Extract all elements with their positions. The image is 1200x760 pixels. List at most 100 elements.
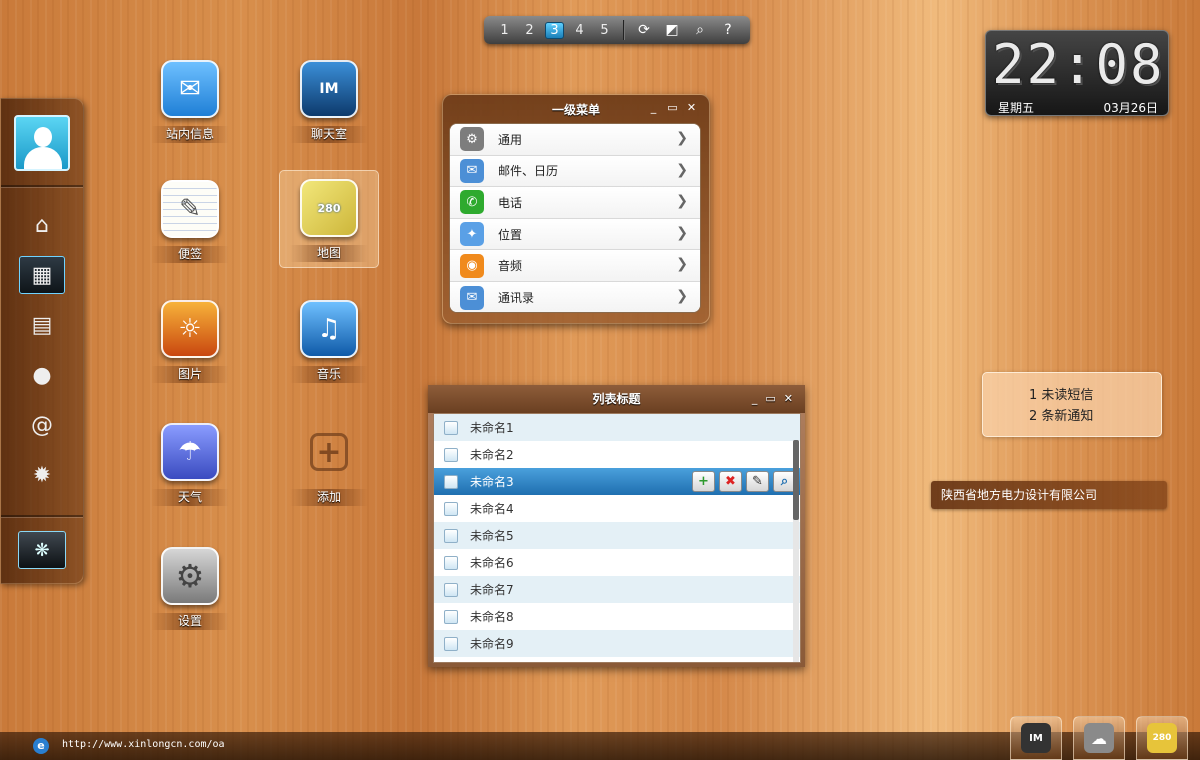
restore-icon[interactable]: ▭ (667, 101, 678, 114)
list-item[interactable]: 未命名4 (434, 495, 800, 522)
map-icon: 280 (300, 179, 358, 237)
menu-item-location[interactable]: ✦ 位置 ❯ (450, 218, 700, 251)
menu-item-phone[interactable]: ✆ 电话 ❯ (450, 187, 700, 219)
list-item[interactable]: 未命名1 (434, 414, 800, 441)
app-label: 添加 (290, 489, 368, 506)
app-music[interactable]: ♫ 音乐 (279, 300, 379, 398)
app-settings[interactable]: ⚙ 设置 (140, 547, 240, 645)
user-avatar[interactable] (14, 115, 70, 171)
map-tray-icon: 280 (1147, 723, 1177, 753)
im-tray-icon: IM (1021, 723, 1051, 753)
chevron-right-icon: ❯ (676, 224, 688, 241)
minimize-icon[interactable]: _ (752, 385, 758, 413)
menu-item-label: 位置 (498, 227, 523, 242)
menu-item-label: 音频 (498, 259, 523, 274)
dock-divider (1, 515, 83, 517)
list-item[interactable]: 未命名2 (434, 441, 800, 468)
avatar-body (24, 147, 62, 169)
page-1-button[interactable]: 1 (492, 19, 517, 41)
search-icon[interactable]: ⌕ (686, 19, 714, 41)
edit-icon[interactable]: ✎ (746, 471, 769, 492)
row-checkbox[interactable] (444, 501, 458, 516)
settings-icon: ⚙ (161, 547, 219, 605)
page-4-button[interactable]: 4 (567, 19, 592, 41)
menu-item-contacts[interactable]: ✉ 通讯录 ❯ (450, 281, 700, 312)
app-weather[interactable]: ☂ 天气 (140, 423, 240, 521)
menu-item-label: 通讯录 (498, 291, 535, 306)
apps-grid-icon[interactable]: ▦ (19, 256, 65, 294)
clock-time: 22:08 (992, 33, 1165, 96)
row-label: 未命名9 (470, 637, 514, 651)
app-label: 音乐 (290, 366, 368, 383)
app-photos[interactable]: ☼ 图片 (140, 300, 240, 398)
im-icon: IM (300, 60, 358, 118)
app-add[interactable]: + 添加 (279, 423, 379, 521)
row-label: 未命名8 (470, 610, 514, 624)
chevron-right-icon: ❯ (676, 287, 688, 304)
list-item-selected[interactable]: 未命名3 + ✖ ✎ ⌕ (434, 468, 800, 495)
close-icon[interactable]: ✕ (784, 385, 793, 413)
row-checkbox[interactable] (444, 582, 458, 597)
tray-item-weather[interactable]: ☁ (1073, 716, 1125, 760)
photo-icon: ☼ (161, 300, 219, 358)
refresh-icon[interactable]: ⟳ (630, 19, 658, 41)
list-item[interactable]: 未命名8 (434, 603, 800, 630)
row-label: 未命名3 (470, 475, 514, 489)
gear-icon[interactable]: ✹ (21, 457, 63, 493)
row-checkbox[interactable] (444, 636, 458, 651)
company-logo-icon[interactable]: ❋ (18, 531, 66, 569)
app-messages[interactable]: ✉ 站内信息 (140, 60, 240, 158)
tray-item-im[interactable]: IM (1010, 716, 1062, 760)
app-label: 图片 (151, 366, 229, 383)
row-checkbox[interactable] (444, 474, 458, 489)
row-checkbox[interactable] (444, 609, 458, 624)
phone-icon: ✆ (460, 190, 484, 215)
close-icon[interactable]: ✕ (686, 101, 697, 114)
page-2-button[interactable]: 2 (517, 19, 542, 41)
page-3-button[interactable]: 3 (542, 19, 567, 41)
app-label: 设置 (151, 613, 229, 630)
row-checkbox[interactable] (444, 528, 458, 543)
app-notes[interactable]: ✎ 便签 (140, 180, 240, 278)
help-icon[interactable]: ? (714, 19, 742, 41)
home-icon[interactable]: ⌂ (21, 207, 63, 243)
app-chatroom[interactable]: IM 聊天室 (279, 60, 379, 158)
contact-card-icon[interactable]: ▤ (21, 307, 63, 343)
row-label: 未命名2 (470, 448, 514, 462)
page-5-button[interactable]: 5 (592, 19, 617, 41)
list-item[interactable]: 未命名5 (434, 522, 800, 549)
row-checkbox[interactable] (444, 447, 458, 462)
music-icon: ♫ (300, 300, 358, 358)
list-item[interactable]: 未命名7 (434, 576, 800, 603)
at-icon[interactable]: @ (21, 407, 63, 443)
tray-item-map[interactable]: 280 (1136, 716, 1188, 760)
general-icon: ⚙ (460, 127, 484, 152)
row-label: 未命名7 (470, 583, 514, 597)
company-name: 陕西省地方电力设计有限公司 (931, 481, 1167, 509)
row-checkbox[interactable] (444, 420, 458, 435)
list-item[interactable]: 未命名9 (434, 630, 800, 657)
restore-icon[interactable]: ▭ (765, 385, 775, 413)
menu-item-mail-calendar[interactable]: ✉ 邮件、日历 ❯ (450, 155, 700, 188)
mail-icon: ✉ (460, 158, 484, 183)
notification-box[interactable]: 1 未读短信 2 条新通知 (982, 372, 1162, 437)
menu-item-audio[interactable]: ◉ 音频 ❯ (450, 250, 700, 282)
app-map[interactable]: 280 地图 (279, 170, 379, 268)
list-scrollbar[interactable] (793, 440, 799, 662)
chat-icon[interactable]: ● (21, 357, 63, 393)
browser-icon[interactable]: e (33, 738, 49, 754)
delete-icon[interactable]: ✖ (719, 471, 742, 492)
add-icon[interactable]: + (692, 471, 715, 492)
avatar-head (34, 127, 52, 147)
list-panel: 列表标题 _ ▭ ✕ 未命名1 未命名2 未命名3 + ✖ ✎ ⌕ 未命名4 未… (428, 385, 805, 667)
menu-item-label: 邮件、日历 (498, 164, 559, 179)
mail-icon: ✉ (161, 60, 219, 118)
row-checkbox[interactable] (444, 555, 458, 570)
menu-item-general[interactable]: ⚙ 通用 ❯ (450, 124, 700, 156)
status-url[interactable]: http://www.xinlongcn.com/oa (62, 739, 225, 750)
scrollbar-thumb[interactable] (793, 440, 799, 520)
unread-sms-count: 1 未读短信 (1029, 388, 1094, 403)
minimize-icon[interactable]: _ (648, 101, 659, 114)
list-item[interactable]: 未命名6 (434, 549, 800, 576)
fullscreen-icon[interactable]: ◩ (658, 19, 686, 41)
